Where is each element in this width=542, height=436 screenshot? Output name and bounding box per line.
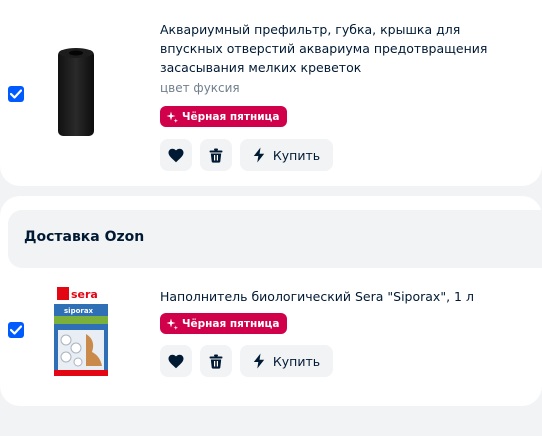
promo-badge: Чёрная пятница bbox=[160, 313, 288, 334]
delete-button[interactable] bbox=[200, 139, 232, 171]
check-icon bbox=[10, 325, 22, 335]
lightning-icon bbox=[253, 147, 265, 163]
product-image[interactable] bbox=[52, 44, 100, 140]
product-image-brand: sera bbox=[71, 288, 98, 301]
buy-button[interactable]: Купить bbox=[240, 139, 333, 171]
product-image-name: siporax bbox=[64, 307, 94, 315]
buy-button-label: Купить bbox=[272, 353, 321, 369]
favorite-button[interactable] bbox=[160, 345, 192, 377]
heart-icon bbox=[168, 354, 184, 368]
item-checkbox[interactable] bbox=[8, 86, 24, 102]
trash-icon bbox=[209, 148, 223, 163]
trash-icon bbox=[209, 354, 223, 369]
product-title[interactable]: Наполнитель биологический Sera "Siporax"… bbox=[160, 287, 520, 306]
delivery-section-title: Доставка Ozon bbox=[24, 229, 145, 245]
favorite-button[interactable] bbox=[160, 139, 192, 171]
cart-item-card: Аквариумный префильтр, губка, крышка для… bbox=[0, 0, 542, 186]
buy-button[interactable]: Купить bbox=[240, 345, 333, 377]
product-image[interactable]: sera siporax bbox=[52, 282, 110, 378]
delete-button[interactable] bbox=[200, 345, 232, 377]
promo-badge-label: Чёрная пятница bbox=[182, 317, 280, 330]
heart-icon bbox=[168, 148, 184, 162]
product-title[interactable]: Аквариумный префильтр, губка, крышка для… bbox=[160, 20, 520, 77]
product-color: цвет фуксия bbox=[160, 81, 240, 95]
promo-badge: Чёрная пятница bbox=[160, 106, 288, 127]
buy-button-label: Купить bbox=[272, 147, 321, 163]
promo-badge-label: Чёрная пятница bbox=[182, 110, 280, 123]
lightning-icon bbox=[253, 353, 265, 369]
check-icon bbox=[10, 89, 22, 99]
delivery-section-header: Доставка Ozon bbox=[8, 210, 542, 268]
sparkle-icon bbox=[166, 318, 178, 330]
sparkle-icon bbox=[166, 111, 178, 123]
item-checkbox[interactable] bbox=[8, 322, 24, 338]
